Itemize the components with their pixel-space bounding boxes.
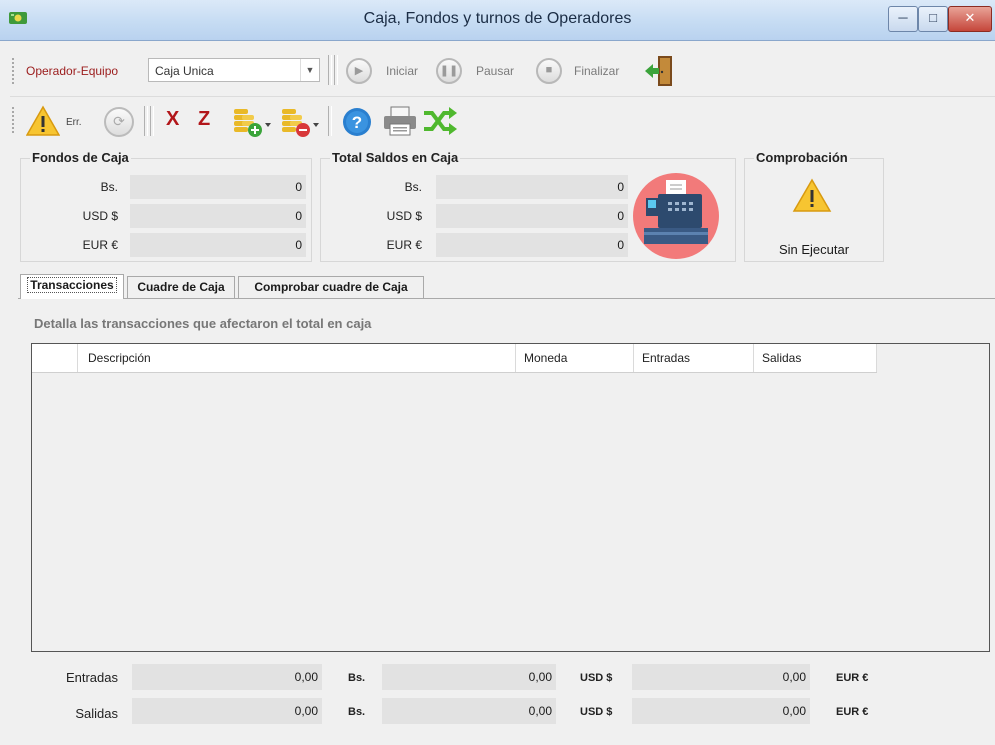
transactions-grid[interactable]: Descripción Moneda Entradas Salidas [31, 343, 990, 652]
stop-icon: ■ [536, 58, 562, 84]
help-button[interactable]: ? [342, 107, 372, 137]
play-icon: ▶ [346, 58, 372, 84]
saldos-eur-label: EUR € [386, 238, 422, 252]
fondos-usd-label: USD $ [82, 209, 118, 223]
salidas-bs-value: 0,00 [132, 698, 322, 724]
warning-icon [792, 178, 832, 214]
coins-add-icon [234, 109, 271, 137]
column-header-descripcion[interactable]: Descripción [78, 344, 516, 372]
fondos-bs-label: Bs. [100, 180, 118, 194]
salidas-label: Salidas [75, 706, 118, 721]
row-header-column[interactable] [32, 344, 78, 372]
coins-remove-icon [282, 109, 319, 137]
pausar-label: Pausar [476, 64, 515, 78]
minimize-icon: ─ [898, 10, 908, 25]
toolbar-separator [328, 106, 332, 136]
toolbar-separator [144, 106, 148, 136]
exit-door-icon[interactable] [642, 54, 676, 88]
tab-transacciones-label: Transacciones [27, 277, 117, 293]
iniciar-button[interactable]: ▶ Iniciar [344, 56, 430, 86]
salidas-usd-value: 0,00 [382, 698, 556, 724]
window-title: Caja, Fondos y turnos de Operadores [363, 10, 632, 27]
comprobacion-title: Comprobación [754, 150, 850, 165]
print-button[interactable] [382, 105, 418, 137]
entradas-usd-value: 0,00 [382, 664, 556, 690]
column-header-entradas[interactable]: Entradas [634, 344, 754, 372]
saldos-bs-label: Bs. [404, 180, 422, 194]
toolbar-separator [334, 55, 338, 85]
comprobacion-status: Sin Ejecutar [778, 242, 850, 257]
saldos-usd-label: USD $ [386, 209, 422, 223]
saldos-bs-value: 0 [436, 175, 628, 199]
refresh-button[interactable]: ⟳ [104, 107, 134, 137]
remove-funds-button[interactable] [278, 103, 320, 139]
maximize-icon: □ [929, 10, 937, 25]
entradas-label: Entradas [65, 670, 118, 685]
errors-button[interactable]: Err. [26, 105, 112, 139]
cash-register-icon [632, 172, 720, 260]
salidas-eur-value: 0,00 [632, 698, 810, 724]
iniciar-label: Iniciar [386, 64, 419, 78]
close-icon: ✕ [964, 10, 976, 25]
err-label: Err. [66, 117, 82, 128]
caja-select-value: Caja Unica [155, 64, 214, 78]
saldos-usd-value: 0 [436, 204, 628, 228]
salidas-usd-currency: USD $ [580, 706, 613, 718]
salidas-bs-currency: Bs. [348, 706, 366, 718]
transacciones-description: Detalla las transacciones que afectaron … [34, 316, 372, 331]
x-report-button[interactable]: X [166, 108, 179, 131]
fondos-eur-label: EUR € [82, 238, 118, 252]
salidas-eur-currency: EUR € [836, 706, 869, 718]
pause-icon: ❚❚ [436, 58, 462, 84]
toolbar-grip[interactable] [12, 58, 17, 84]
actions-toolbar: Err. ⟳ X Z ? [10, 96, 995, 145]
column-header-moneda[interactable]: Moneda [516, 344, 634, 372]
saldos-title: Total Saldos en Caja [330, 150, 461, 165]
entradas-eur-value: 0,00 [632, 664, 810, 690]
printer-icon [384, 106, 416, 136]
svg-text:?: ? [352, 113, 362, 132]
refresh-icon: ⟳ [113, 113, 125, 129]
fondos-title: Fondos de Caja [30, 150, 131, 165]
entradas-eur-currency: EUR € [836, 672, 869, 684]
help-icon: ? [343, 108, 371, 136]
column-header-salidas[interactable]: Salidas [754, 344, 877, 372]
finalizar-button[interactable]: ■ Finalizar [534, 56, 636, 86]
entradas-usd-currency: USD $ [580, 672, 613, 684]
close-button[interactable]: ✕ [948, 6, 992, 32]
operador-equipo-label: Operador-Equipo [26, 64, 119, 78]
entradas-bs-currency: Bs. [348, 672, 366, 684]
fondos-usd-value: 0 [130, 204, 306, 228]
toolbar-separator [150, 106, 154, 136]
fondos-bs-value: 0 [130, 175, 306, 199]
shuffle-button[interactable] [422, 105, 458, 137]
caja-select[interactable]: Caja Unica ▼ [148, 58, 320, 82]
tab-comprobar-cuadre[interactable]: Comprobar cuadre de Caja [238, 276, 424, 298]
finalizar-label: Finalizar [574, 64, 620, 78]
tab-cuadre-de-caja[interactable]: Cuadre de Caja [127, 276, 235, 298]
toolbar-grip[interactable] [12, 107, 17, 133]
toolbar-separator [328, 55, 332, 85]
grid-header: Descripción Moneda Entradas Salidas [32, 344, 877, 373]
chevron-down-icon: ▼ [300, 59, 319, 81]
tab-transacciones[interactable]: Transacciones [20, 274, 124, 299]
minimize-button[interactable]: ─ [888, 6, 918, 32]
shuffle-icon [424, 107, 457, 135]
warning-icon [26, 105, 60, 136]
saldos-eur-value: 0 [436, 233, 628, 257]
title-bar: Caja, Fondos y turnos de Operadores ─ □ … [0, 0, 995, 41]
pausar-button[interactable]: ❚❚ Pausar [434, 56, 522, 86]
fondos-eur-value: 0 [130, 233, 306, 257]
entradas-bs-value: 0,00 [132, 664, 322, 690]
operator-toolbar: Operador-Equipo Caja Unica ▼ ▶ Iniciar ❚… [10, 50, 995, 92]
add-funds-button[interactable] [230, 103, 272, 139]
z-report-button[interactable]: Z [198, 108, 210, 131]
maximize-button[interactable]: □ [918, 6, 948, 32]
